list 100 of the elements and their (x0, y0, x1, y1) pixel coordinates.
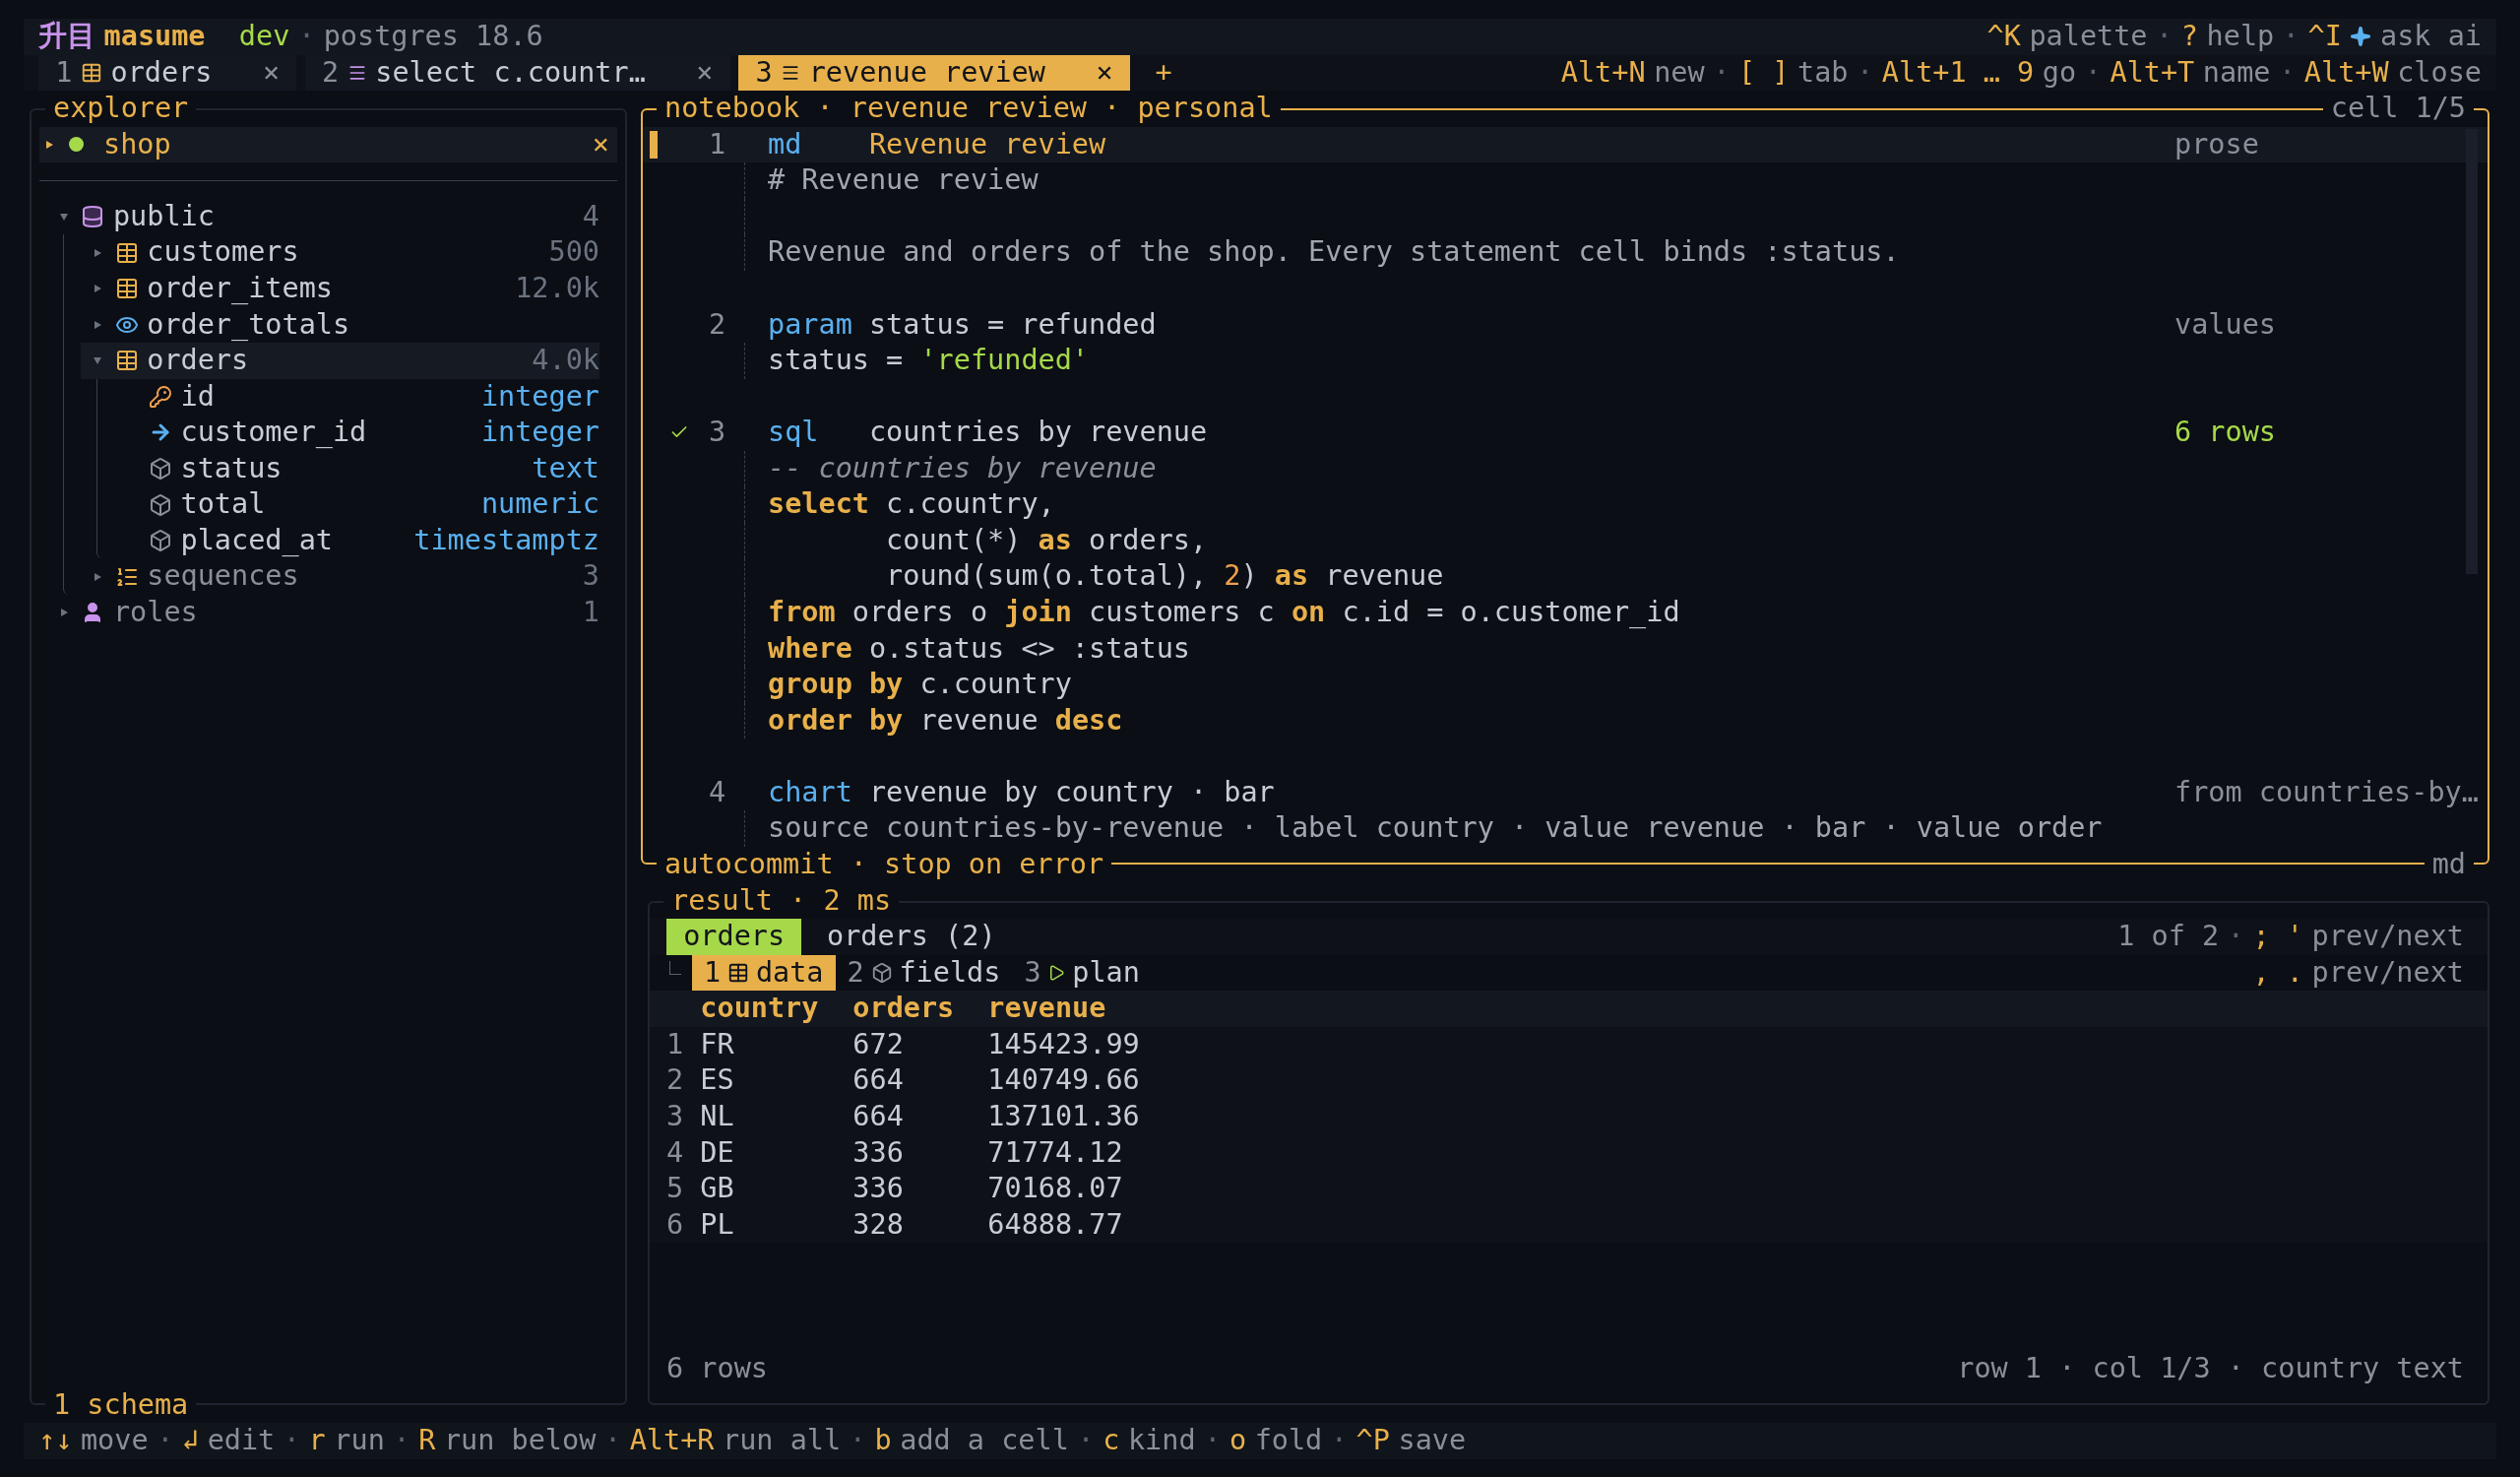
app-name: masume (103, 19, 206, 54)
tree-item[interactable]: id integer (114, 378, 599, 416)
cube-icon (870, 962, 893, 985)
tree-item[interactable]: status text (114, 450, 599, 487)
code-line: round(sum(o.total), 2) as revenue (885, 558, 1444, 595)
shortcut-label: run (334, 1423, 385, 1459)
table-cell-text: 336 (852, 1171, 905, 1207)
server-version: postgres 18.6 (323, 19, 543, 54)
code-line: select c.country, (768, 486, 1055, 523)
view-tab[interactable]: 1 data (692, 954, 836, 992)
cell-meta: from countries-by… (2174, 774, 2480, 810)
shortcut-label: new (1654, 54, 1705, 91)
tab[interactable]: 3 revenue review × (738, 54, 1130, 92)
table-row[interactable]: 5 GB 336 70168.07 (650, 1171, 2488, 1207)
tree-item[interactable]: order_items 12.0k (81, 270, 599, 307)
column-header: orders (852, 991, 956, 1027)
code-line: Revenue and orders of the shop. Every statement cell binds :status. (768, 234, 1900, 271)
tree-item[interactable]: roles 1 (47, 595, 599, 631)
item-count: 4 (582, 198, 599, 234)
separator-dot: · (2282, 19, 2300, 54)
shortcut-label: ask ai (2380, 19, 2482, 54)
separator-dot: · (1330, 1423, 1348, 1459)
row-number: 4 (666, 1134, 685, 1171)
tree-label: customer_id (180, 415, 367, 451)
cell-header[interactable]: 2 param status = refunded values (643, 306, 2488, 344)
close-icon[interactable]: × (262, 54, 281, 92)
separator-dot: · (603, 1423, 622, 1459)
tab[interactable]: 2 select c.countr… × (304, 54, 730, 92)
row-number: 2 (666, 1062, 685, 1099)
shortcut-label: palette (2029, 19, 2148, 54)
column-type: integer (480, 378, 599, 415)
table-row[interactable]: 1 FR 672 145423.99 (650, 1026, 2488, 1063)
table-row[interactable]: 4 DE 336 71774.12 (650, 1134, 2488, 1172)
item-count: 500 (548, 234, 599, 271)
cell-number: 3 (709, 415, 726, 451)
close-icon[interactable]: × (592, 126, 609, 163)
cell-type: chart (768, 774, 853, 810)
shortcut-key: Alt+R (629, 1423, 715, 1459)
new-tab-button[interactable]: + (1155, 54, 1172, 92)
tree-item[interactable]: order_totals (81, 306, 599, 344)
cube-icon (148, 457, 172, 482)
selection-bar (650, 131, 658, 159)
cell-type: param (768, 306, 853, 343)
tree-item[interactable]: orders 4.0k (81, 343, 599, 379)
item-count: 3 (582, 558, 599, 595)
tree-label: status (180, 450, 283, 486)
tree-item[interactable]: placed_at timestamptz (114, 522, 599, 559)
table-row[interactable]: 2 ES 664 140749.66 (650, 1062, 2488, 1100)
cell-title: Revenue review (868, 126, 1107, 162)
shortcut-label: go (2042, 54, 2077, 91)
close-icon[interactable]: × (1096, 54, 1113, 92)
cell-title: status = refunded (868, 306, 1158, 343)
table-row[interactable]: 3 NL 664 137101.36 (650, 1099, 2488, 1135)
tree-item[interactable]: total numeric (114, 486, 599, 523)
shortcut-key: Alt+N (1560, 54, 1646, 92)
play-icon (1047, 964, 1066, 983)
tree-label: placed_at (180, 522, 333, 558)
separator-dot: · (1204, 1423, 1222, 1459)
table-cell-text: 328 (852, 1206, 905, 1243)
code-line: # Revenue review (768, 162, 1039, 199)
caret-icon[interactable] (43, 138, 55, 151)
view-tab[interactable]: 3 plan (1012, 954, 1152, 992)
cell-header[interactable]: 3 sql countries by revenue 6 rows (643, 415, 2488, 451)
pager-position: 1 of 2 (2117, 919, 2220, 955)
table-row[interactable]: 6 PL 328 64888.77 (650, 1206, 2488, 1244)
table-cell-text: PL (700, 1206, 735, 1243)
tab-number: 2 (321, 54, 340, 91)
tab[interactable]: 1 orders × (38, 54, 297, 92)
close-icon[interactable]: × (696, 54, 714, 92)
cell-meta: values (2174, 306, 2277, 343)
connection-item[interactable]: shop × (39, 126, 617, 163)
column-type: numeric (480, 486, 599, 523)
column-header: country (700, 991, 820, 1027)
cell-header[interactable]: 1 md Revenue review prose (643, 126, 2488, 163)
shortcut-key: r (308, 1423, 326, 1459)
separator-dot: · (1077, 1423, 1095, 1459)
shortcut-label: help (2206, 19, 2275, 54)
database-icon (81, 205, 105, 229)
cell-number: 2 (709, 306, 726, 343)
code-line: from orders o join customers c on c.id = o.customer_id (768, 595, 1680, 630)
tree-item[interactable]: public 4 (47, 198, 599, 235)
tree-label: customers (147, 234, 299, 271)
tree-label: sequences (147, 558, 299, 595)
row-number: 5 (666, 1171, 685, 1207)
column-type: integer (480, 415, 599, 451)
shortcut-key: ; ' (2252, 919, 2303, 955)
tree-item[interactable]: customer_id integer (114, 415, 599, 451)
table-cell-text: GB (700, 1171, 735, 1207)
table-cell-text: 71774.12 (987, 1134, 1124, 1171)
tree-item[interactable]: customers 500 (81, 234, 599, 271)
cube-icon (148, 492, 172, 517)
view-tab[interactable]: 2 fields (835, 954, 1013, 992)
cell-type: sql (768, 415, 820, 451)
result-tab[interactable]: orders (2) (809, 919, 1013, 955)
cell-header[interactable]: 4 chart revenue by country · bar from countries-by… (643, 774, 2488, 811)
tab-number: 1 (55, 54, 73, 91)
result-tab[interactable]: orders (666, 919, 802, 955)
tree-item[interactable]: sequences 3 (81, 558, 599, 595)
column-type: text (532, 450, 599, 486)
table-cell-text: 672 (852, 1026, 905, 1062)
